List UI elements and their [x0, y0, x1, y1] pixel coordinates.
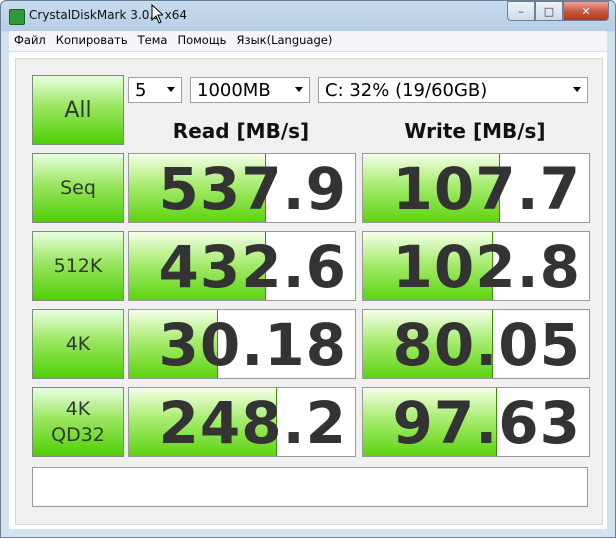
write-result-1: 107.7	[362, 153, 590, 223]
test-3-button[interactable]: 4K	[32, 309, 124, 379]
menu-language[interactable]: Язык(Language)	[231, 31, 337, 51]
test-4-button[interactable]: 4K QD32	[32, 387, 124, 457]
test-size-value: 1000MB	[197, 79, 271, 101]
write-result-4: 97.63	[362, 387, 590, 457]
read-result-2: 432.6	[128, 231, 356, 301]
write-header: Write [MB/s]	[404, 119, 546, 143]
write-value: 107.7	[392, 155, 581, 223]
minimize-button[interactable]: –	[507, 1, 535, 21]
write-value: 102.8	[392, 233, 581, 301]
drive-value: C: 32% (19/60GB)	[325, 79, 488, 101]
read-header: Read [MB/s]	[172, 119, 310, 143]
comment-field[interactable]	[32, 467, 588, 507]
write-result-2: 102.8	[362, 231, 590, 301]
app-icon	[9, 9, 25, 25]
test-2-button[interactable]: 512K	[32, 231, 124, 301]
test-size-select[interactable]: 1000MB	[190, 77, 310, 103]
menu-theme[interactable]: Тема	[133, 31, 173, 51]
test-count-select[interactable]: 5	[128, 77, 182, 103]
read-result-1: 537.9	[128, 153, 356, 223]
minimize-icon: –	[518, 4, 524, 18]
window-title: CrystalDiskMark 3.0.1 x64	[29, 8, 187, 22]
close-button[interactable]: ✕	[563, 1, 609, 21]
read-value: 432.6	[158, 233, 347, 301]
menu-help[interactable]: Помощь	[172, 31, 231, 51]
test-1-button[interactable]: Seq	[32, 153, 124, 223]
read-result-4: 248.2	[128, 387, 356, 457]
write-value: 80.05	[392, 311, 581, 379]
write-value: 97.63	[392, 389, 581, 457]
app-window: CrystalDiskMark 3.0.1 x64 – □ ✕ Файл Коп…	[0, 0, 616, 538]
menu-file[interactable]: Файл	[9, 31, 51, 51]
mouse-cursor-icon	[151, 4, 163, 24]
close-icon: ✕	[581, 4, 591, 18]
maximize-icon: □	[543, 4, 555, 18]
read-value: 537.9	[158, 155, 347, 223]
chevron-down-icon	[167, 87, 175, 92]
maximize-button[interactable]: □	[535, 1, 563, 21]
run-all-button[interactable]: All	[32, 75, 124, 145]
client-area: All 5 1000MB C: 32% (19/60GB) Read [MB/s…	[9, 52, 607, 529]
title-bar[interactable]: CrystalDiskMark 3.0.1 x64 – □ ✕	[1, 1, 615, 31]
benchmark-panel: All 5 1000MB C: 32% (19/60GB) Read [MB/s…	[15, 58, 603, 525]
read-value: 248.2	[158, 389, 347, 457]
write-result-3: 80.05	[362, 309, 590, 379]
read-result-3: 30.18	[128, 309, 356, 379]
read-value: 30.18	[158, 311, 347, 379]
chevron-down-icon	[573, 87, 581, 92]
drive-select[interactable]: C: 32% (19/60GB)	[318, 77, 588, 103]
chevron-down-icon	[295, 87, 303, 92]
menu-copy[interactable]: Копировать	[51, 31, 133, 51]
test-count-value: 5	[135, 79, 147, 101]
menu-bar: Файл Копировать Тема Помощь Язык(Languag…	[9, 31, 607, 51]
